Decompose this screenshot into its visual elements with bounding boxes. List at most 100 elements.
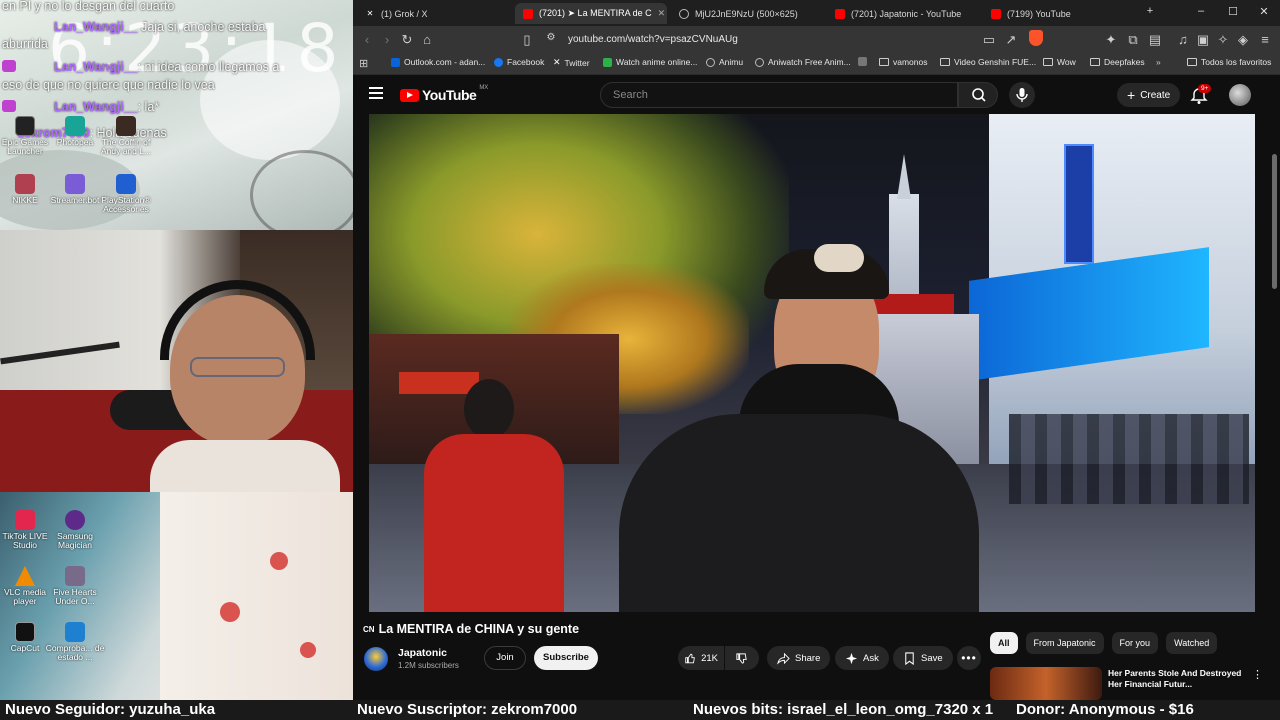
- tab-grok[interactable]: ✕ (1) Grok / X: [357, 3, 509, 24]
- share-button[interactable]: Share: [767, 646, 831, 670]
- more-bookmarks-icon[interactable]: »: [1156, 57, 1161, 67]
- globe-icon: [679, 8, 689, 19]
- subscribe-button[interactable]: Subscribe: [534, 646, 598, 670]
- close-window-icon[interactable]: ✕: [1256, 5, 1272, 18]
- bookmark-unnamed[interactable]: [858, 57, 867, 66]
- bookmark-page-icon[interactable]: ▯: [519, 32, 535, 48]
- page-scrollbar[interactable]: [1272, 154, 1277, 289]
- streamerbot-icon: [65, 174, 85, 194]
- recommended-video-thumbnail[interactable]: [990, 667, 1102, 700]
- youtube-play-icon: [400, 88, 419, 102]
- chip-watched[interactable]: Watched: [1166, 632, 1218, 654]
- new-tab-icon[interactable]: +: [1142, 5, 1158, 17]
- new-follower-alert: Nuevo Seguidor: yuzuha_uka: [5, 701, 216, 718]
- channel-avatar[interactable]: [364, 647, 388, 671]
- tab-youtube-home[interactable]: (7199) YouTube: [983, 3, 1135, 24]
- home-icon[interactable]: ⌂: [419, 32, 435, 47]
- chip-all[interactable]: All: [990, 632, 1018, 654]
- apps-icon[interactable]: ⊞: [359, 57, 368, 70]
- url-field[interactable]: youtube.com/watch?v=psazCVNuAUg: [568, 34, 738, 45]
- like-button[interactable]: 21K: [678, 646, 724, 670]
- minimize-icon[interactable]: –: [1193, 5, 1209, 17]
- extension-icon[interactable]: ✦: [1103, 32, 1119, 48]
- channel-name[interactable]: Japatonic: [398, 647, 447, 659]
- search-button[interactable]: [958, 82, 998, 108]
- media-icon[interactable]: ♫: [1175, 32, 1191, 47]
- webcam-feed: [0, 230, 353, 492]
- plus-icon: +: [1127, 87, 1136, 103]
- desktop-icon-coffin[interactable]: The Coffin of Andy and L...: [93, 116, 159, 156]
- tab-image[interactable]: MjU2JnE9NzU (500×625): [671, 3, 823, 24]
- folder-icon: [940, 58, 950, 66]
- folder-icon: [1187, 58, 1197, 66]
- share-page-icon[interactable]: ↗: [1003, 32, 1019, 48]
- new-subscriber-alert: Nuevo Suscriptor: zekrom7000: [357, 701, 578, 718]
- bookmark-folder-genshin[interactable]: Video Genshin FUE...: [940, 57, 1036, 67]
- search-input[interactable]: Search: [600, 82, 958, 108]
- bookmark-aniwatch[interactable]: Aniwatch Free Anim...: [755, 57, 851, 67]
- dislike-button[interactable]: [725, 646, 759, 670]
- epic-games-icon: [15, 116, 35, 136]
- bookmark-anime[interactable]: Watch anime online...: [603, 57, 697, 67]
- samsung-magician-icon: [65, 510, 85, 530]
- vpn-icon[interactable]: ◈: [1235, 32, 1251, 48]
- flag-label: CN: [363, 624, 375, 634]
- puzzle-extensions-icon[interactable]: ⧉: [1125, 32, 1141, 48]
- bookmark-all-favorites[interactable]: Todos los favoritos: [1187, 57, 1271, 67]
- stream-alerts-ticker: Nuevo Seguidor: yuzuha_uka Nuevo Suscrip…: [0, 700, 1280, 720]
- desktop-icon-samsung-magician[interactable]: Samsung Magician: [42, 510, 108, 550]
- save-button[interactable]: Save: [893, 646, 953, 670]
- thumbs-up-icon: [685, 653, 695, 663]
- microphone-icon: [1016, 88, 1028, 102]
- video-player[interactable]: [369, 114, 1255, 612]
- wallet-icon[interactable]: ▣: [1195, 32, 1211, 48]
- bookmark-twitter[interactable]: ✕ Twitter: [553, 57, 590, 68]
- maximize-icon[interactable]: ☐: [1225, 5, 1241, 18]
- folder-icon: [1090, 58, 1100, 66]
- browser-menu-icon[interactable]: ≡: [1257, 32, 1273, 47]
- tab-youtube-video[interactable]: (7201) ➤ La MENTIRA de C ✕: [515, 3, 667, 24]
- thumbs-down-icon: [736, 652, 747, 664]
- notification-count-badge: 9+: [1198, 84, 1212, 93]
- desktop-icon-five-hearts[interactable]: Five Hearts Under O...: [42, 566, 108, 606]
- sidebar-icon[interactable]: ▤: [1147, 32, 1163, 48]
- tab-japatonic[interactable]: (7201) Japatonic - YouTube: [827, 3, 979, 24]
- bookmark-folder-deepfakes[interactable]: Deepfakes: [1090, 57, 1145, 67]
- forward-icon[interactable]: ›: [379, 32, 395, 47]
- chip-for-you[interactable]: For you: [1111, 632, 1159, 654]
- vlc-icon: [15, 566, 35, 586]
- reload-icon[interactable]: ↻: [399, 32, 415, 48]
- tiktok-icon: [15, 510, 35, 530]
- more-actions-button[interactable]: •••: [957, 646, 981, 670]
- account-avatar[interactable]: [1229, 84, 1251, 106]
- chip-from-channel[interactable]: From Japatonic: [1025, 632, 1104, 654]
- join-button[interactable]: Join: [484, 646, 526, 670]
- close-tab-icon[interactable]: ✕: [658, 8, 666, 19]
- more-vertical-icon[interactable]: ⋮: [1252, 668, 1263, 681]
- bookmark-folder-wow[interactable]: Wow: [1043, 57, 1076, 67]
- recommended-video[interactable]: Her Parents Stole And Destroyed Her Fina…: [990, 666, 1270, 700]
- recommended-video-title[interactable]: Her Parents Stole And Destroyed Her Fina…: [1108, 668, 1253, 690]
- back-icon[interactable]: ‹: [359, 32, 375, 47]
- desktop-icon-playstation[interactable]: PlayStation® Accessories: [93, 174, 159, 214]
- bookmark-facebook[interactable]: Facebook: [494, 57, 544, 67]
- sparkle-icon: [845, 652, 858, 664]
- chat-badge-icon: [2, 60, 16, 72]
- desktop-icon-status-check[interactable]: Comproba... de estado ...: [42, 622, 108, 662]
- bookmarks-bar: ⊞ Outlook.com - adan... Facebook ✕ Twitte…: [353, 53, 1280, 75]
- bookmark-animu[interactable]: Animu: [706, 57, 743, 67]
- chat-message: en PI y no lo desgan del cuarto: [2, 0, 175, 13]
- folder-icon: [879, 58, 889, 66]
- site-info-icon[interactable]: ⚙: [543, 32, 559, 43]
- bookmark-folder-vamonos[interactable]: vamonos: [879, 57, 928, 67]
- create-button[interactable]: + Create: [1117, 83, 1181, 107]
- bookmark-outlook[interactable]: Outlook.com - adan...: [391, 57, 485, 67]
- ai-icon[interactable]: ✧: [1215, 32, 1231, 48]
- hamburger-menu-icon[interactable]: [369, 87, 383, 99]
- voice-search-button[interactable]: [1009, 82, 1035, 108]
- capcut-icon: [15, 622, 35, 642]
- brave-shield-icon[interactable]: [1029, 30, 1045, 46]
- ask-button[interactable]: Ask: [835, 646, 889, 670]
- cast-icon[interactable]: ▭: [981, 32, 997, 48]
- youtube-logo[interactable]: YouTube MX: [400, 85, 488, 103]
